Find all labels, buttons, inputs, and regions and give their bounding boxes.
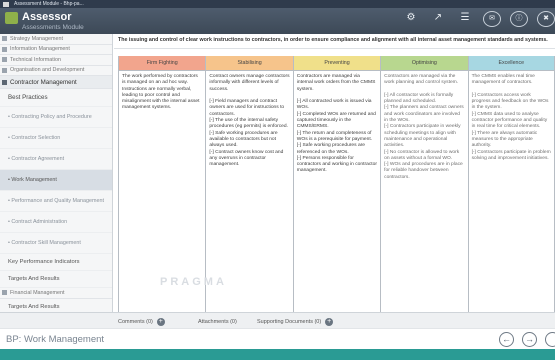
app-header: Assessor Assessments Module ⚙ ↗ ☰ ✉ ⓘ ✖ xyxy=(0,8,555,34)
share-icon[interactable]: ↗ xyxy=(429,11,447,27)
column-header: Optimising xyxy=(381,56,468,71)
forward-icon[interactable]: → xyxy=(522,332,537,347)
window-titlebar: Assessment Module - Bhp-pa... xyxy=(0,0,555,8)
add-icon[interactable]: + xyxy=(325,317,334,326)
sidebar-item-label: Information Management xyxy=(10,46,70,53)
back-icon[interactable]: ← xyxy=(499,332,514,347)
expand-icon xyxy=(2,57,7,63)
sidebar-subitem-policy[interactable]: • Contracting Policy and Procedure xyxy=(0,107,112,128)
expand-icon xyxy=(2,290,7,296)
sidebar-subitem-administration[interactable]: • Contract Administration xyxy=(0,212,112,233)
sidebar-item-information[interactable]: Information Management xyxy=(0,45,112,55)
sidebar-subitem-skill[interactable]: • Contractor Skill Management xyxy=(0,233,112,254)
window-title: Assessment Module - Bhp-pa... xyxy=(14,1,84,7)
mail-icon[interactable]: ✉ xyxy=(483,11,501,27)
sidebar-subitem-work-management[interactable]: • Work Management xyxy=(0,170,112,191)
sidebar-subitem-agreement[interactable]: • Contractor Agreement xyxy=(0,149,112,170)
tab-comments[interactable]: Comments (0) + xyxy=(118,316,165,328)
expand-icon xyxy=(2,36,7,42)
tabs-bar: Comments (0) + Attachments (0) Supporting… xyxy=(0,312,555,328)
expand-icon xyxy=(2,67,7,73)
column-header: Stabilising xyxy=(206,56,293,71)
collapse-icon xyxy=(2,79,7,85)
footer: BP: Work Management ← → xyxy=(0,328,555,349)
sidebar-item-label: Technical Information xyxy=(10,56,61,63)
maturity-grid: Firm Fighting The work performed by cont… xyxy=(118,56,555,312)
tab-label: Comments (0) xyxy=(118,319,153,325)
sidebar-item-label: Financial Management xyxy=(10,289,65,296)
column-header: Preventing xyxy=(293,56,381,71)
sidebar-item-label: Organisation and Development xyxy=(10,67,85,74)
sidebar-targets-bottom[interactable]: Targets And Results xyxy=(0,299,112,313)
column-text: Contractors are managed via internal wor… xyxy=(296,74,377,174)
sidebar-targets[interactable]: Targets And Results xyxy=(0,271,112,288)
maturity-column[interactable]: Optimising Contractors are managed via t… xyxy=(380,56,468,312)
accent-bar xyxy=(0,349,555,360)
sidebar-item-label: Contractor Management xyxy=(10,78,77,86)
tab-label: Supporting Documents (0) xyxy=(257,319,322,325)
column-text: Contractors are managed via the work pla… xyxy=(384,74,464,180)
app-subtitle: Assessments Module xyxy=(22,24,84,31)
sidebar: Strategy Management Information Manageme… xyxy=(0,34,113,312)
practice-description: The issuing and control of clear work in… xyxy=(114,34,555,49)
close-icon[interactable]: ✖ xyxy=(537,11,555,27)
sidebar-item-strategy[interactable]: Strategy Management xyxy=(0,34,112,45)
maturity-column[interactable]: Preventing Contractors are managed via i… xyxy=(292,56,381,312)
menu-icon[interactable]: ☰ xyxy=(456,11,474,27)
main-content: The issuing and control of clear work in… xyxy=(114,34,555,312)
sidebar-item-financial[interactable]: Financial Management xyxy=(0,288,112,299)
app-logo xyxy=(5,12,18,24)
app-window-icon xyxy=(3,1,9,7)
settings-icon[interactable]: ⚙ xyxy=(402,11,420,27)
sidebar-subitem-performance[interactable]: • Performance and Quality Management xyxy=(0,191,112,212)
sidebar-item-contractor[interactable]: Contractor Management xyxy=(0,76,112,89)
breadcrumb: BP: Work Management xyxy=(6,334,105,345)
expand-icon xyxy=(2,46,7,52)
sidebar-item-label: Strategy Management xyxy=(10,35,64,42)
maturity-column[interactable]: Excellence The CMMS enables real time ma… xyxy=(467,56,555,312)
column-header: Excellence xyxy=(468,56,554,71)
column-header: Firm Fighting xyxy=(119,56,206,71)
pragma-watermark: PRAGMA xyxy=(160,276,227,288)
best-practices-heading: Best Practices xyxy=(0,89,112,107)
close-circle-icon[interactable] xyxy=(545,332,555,347)
add-icon[interactable]: + xyxy=(156,317,165,326)
header-icon-bar: ⚙ ↗ ☰ ✉ ⓘ ✖ xyxy=(393,11,555,31)
sidebar-item-organisation[interactable]: Organisation and Development xyxy=(0,66,112,76)
maturity-column[interactable]: Firm Fighting The work performed by cont… xyxy=(118,56,206,312)
tab-supporting-documents[interactable]: Supporting Documents (0) + xyxy=(257,316,334,328)
tab-attachments[interactable]: Attachments (0) xyxy=(198,316,237,328)
app-title: Assessor xyxy=(22,11,72,23)
sidebar-subitem-selection[interactable]: • Contractor Selection xyxy=(0,128,112,149)
sidebar-item-technical[interactable]: Technical Information xyxy=(0,55,112,66)
column-text: The CMMS enables real time management of… xyxy=(471,74,551,161)
info-icon[interactable]: ⓘ xyxy=(510,11,528,27)
sidebar-kpi[interactable]: Key Performance Indicators xyxy=(0,254,112,271)
maturity-column[interactable]: Stabilising Contract owners manage contr… xyxy=(205,56,293,312)
tab-label: Attachments (0) xyxy=(198,319,237,325)
